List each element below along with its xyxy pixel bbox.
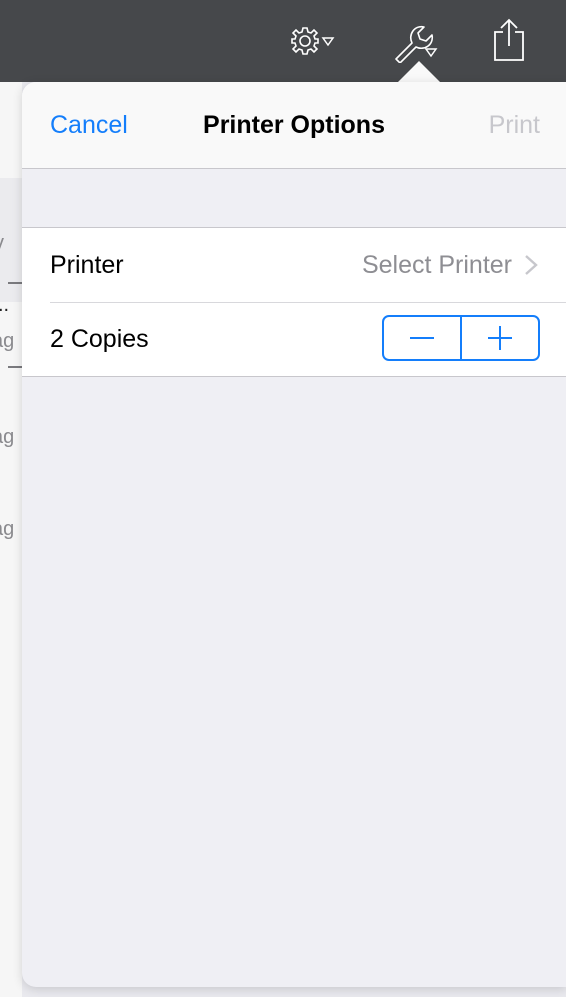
- popover-arrow: [397, 61, 441, 83]
- print-button[interactable]: Print: [489, 82, 540, 168]
- popover-nav-bar: Cancel Printer Options Print: [22, 82, 566, 169]
- settings-menu-button[interactable]: [278, 0, 348, 82]
- printer-settings-group: Printer Select Printer 2 Copies: [22, 227, 566, 377]
- chevron-right-icon: [525, 255, 538, 275]
- share-button[interactable]: [484, 0, 534, 82]
- printer-label: Printer: [50, 251, 124, 279]
- background-document: v .. ag ag ag: [0, 82, 22, 997]
- background-divider: [8, 366, 22, 368]
- top-toolbar: [0, 0, 566, 82]
- wrench-icon: [395, 25, 438, 63]
- increment-button[interactable]: [462, 317, 538, 359]
- printer-options-popover: Cancel Printer Options Print Printer Sel…: [22, 82, 566, 987]
- minus-icon: [410, 337, 434, 339]
- share-icon: [494, 18, 524, 61]
- gear-icon: [291, 27, 335, 55]
- background-text-fragment: ag: [0, 518, 15, 540]
- background-text-fragment: ..: [0, 294, 10, 316]
- background-divider: [8, 282, 22, 284]
- background-text-fragment: v: [0, 232, 4, 255]
- dropdown-triangle-icon: [321, 37, 335, 47]
- background-text-fragment: ag: [0, 330, 15, 352]
- copies-row: 2 Copies: [22, 302, 566, 376]
- copies-stepper: [382, 315, 540, 361]
- plus-icon: [488, 326, 512, 350]
- popover-title: Printer Options: [203, 111, 385, 139]
- dropdown-triangle-icon: [424, 48, 438, 58]
- decrement-button[interactable]: [384, 317, 460, 359]
- select-printer-value: Select Printer: [361, 251, 512, 279]
- printer-row[interactable]: Printer Select Printer: [22, 228, 566, 302]
- background-text-fragment: ag: [0, 426, 15, 448]
- copies-label: 2 Copies: [50, 325, 149, 353]
